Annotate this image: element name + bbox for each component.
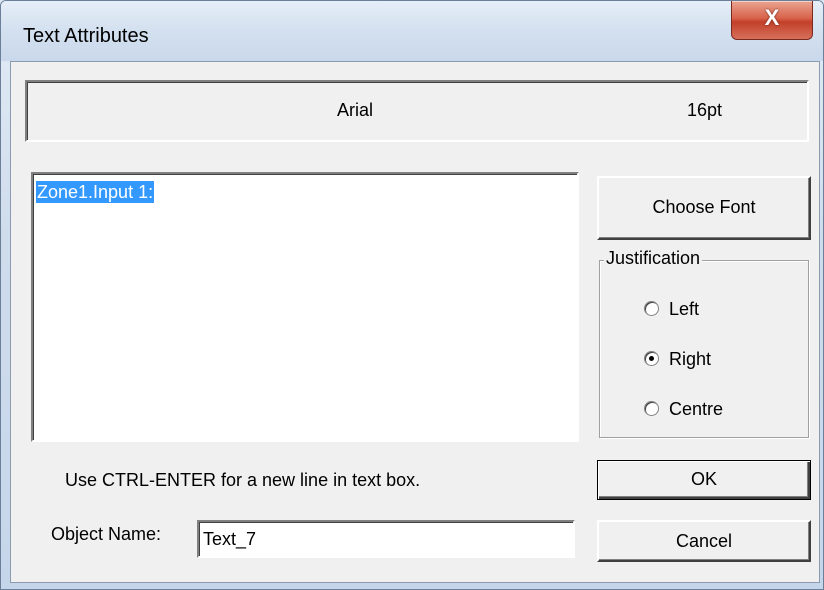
font-display: Arial 16pt [25,80,809,142]
new-line-hint: Use CTRL-ENTER for a new line in text bo… [65,470,421,490]
font-size: 16pt [687,100,723,120]
close-button[interactable]: X [731,1,813,40]
radio-left-circle[interactable] [644,300,659,316]
title-bar[interactable]: Text Attributes X [1,1,823,61]
radio-right[interactable]: Right [644,347,711,371]
radio-centre-label: Centre [669,399,724,419]
justification-group: Justification Left Right Centre [599,248,809,438]
object-name-input[interactable] [197,520,575,558]
font-name: Arial [337,100,374,120]
radio-left-label: Left [669,299,700,319]
radio-right-label: Right [669,349,712,369]
radio-left[interactable]: Left [644,297,699,321]
window-title: Text Attributes [23,25,149,47]
close-icon: X [764,5,780,30]
text-attributes-dialog: Text Attributes X Arial 16pt Zone1.Input… [0,0,824,590]
ok-button[interactable]: OK [597,460,811,500]
cancel-button[interactable]: Cancel [597,520,811,562]
radio-centre-circle[interactable] [644,400,659,416]
justification-label: Justification [604,248,703,269]
choose-font-button[interactable]: Choose Font [597,176,811,240]
text-content-box[interactable]: Zone1.Input 1: [31,172,579,442]
radio-centre[interactable]: Centre [644,397,723,421]
object-name-label: Object Name: [51,524,162,544]
radio-right-circle[interactable] [644,350,659,366]
selected-text: Zone1.Input 1: [36,181,155,203]
dialog-client-area: Arial 16pt Zone1.Input 1: Choose Font Ju… [10,61,820,583]
